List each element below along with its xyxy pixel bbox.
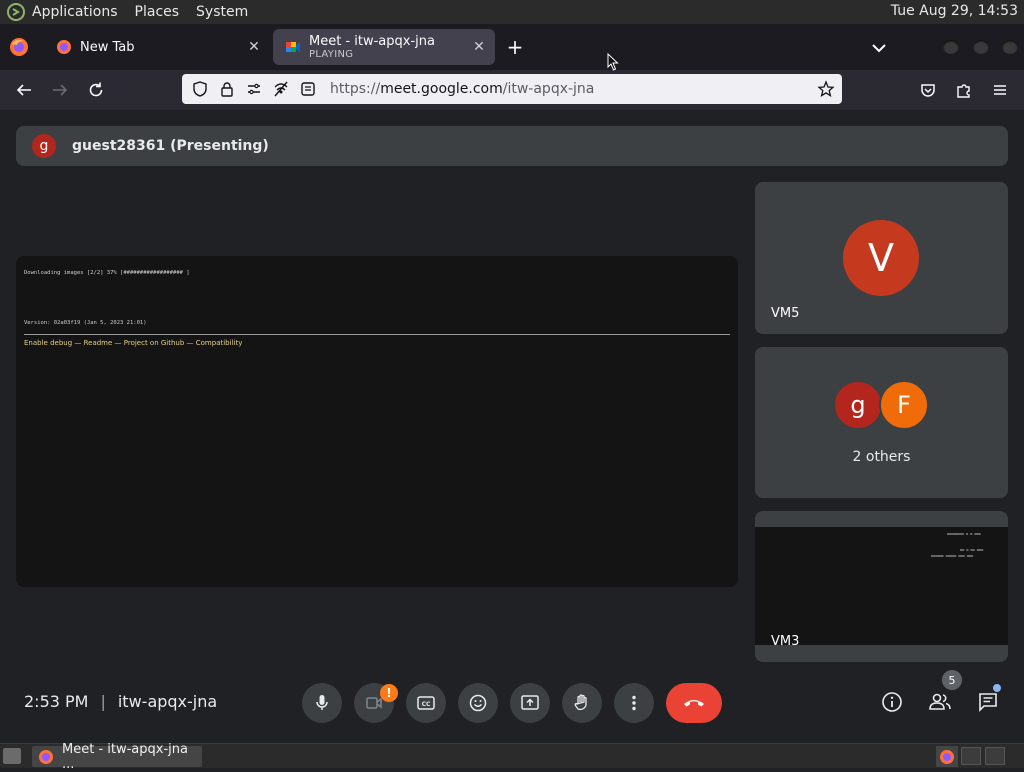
more-options-button[interactable]	[614, 683, 654, 723]
meeting-info: 2:53 PM | itw-apqx-jna	[24, 692, 217, 711]
footer-links: Enable debug — Readme — Project on Githu…	[24, 339, 243, 347]
participant-avatar: F	[879, 380, 929, 430]
tab-title: New Tab	[80, 39, 135, 55]
close-tab-icon[interactable]: ✕	[469, 37, 489, 57]
reader-view-icon[interactable]	[299, 80, 317, 98]
camera-blocked-icon[interactable]	[272, 80, 290, 98]
mouse-cursor-icon	[607, 52, 619, 71]
people-icon[interactable]	[926, 688, 954, 716]
back-arrow-icon[interactable]	[13, 79, 35, 101]
url-bar[interactable]: https://meet.google.com/itw-apqx-jna	[182, 74, 842, 104]
people-count-badge: 5	[942, 670, 962, 690]
new-tab-plus-icon[interactable]: +	[504, 37, 526, 59]
participant-tile-others[interactable]: g F 2 others	[755, 347, 1008, 498]
tab-title: Meet - itw-apqx-jna	[309, 33, 435, 49]
reload-icon[interactable]	[85, 79, 107, 101]
divider	[24, 334, 730, 335]
extensions-puzzle-icon[interactable]	[953, 79, 975, 101]
meeting-details-info-icon[interactable]	[878, 688, 906, 716]
url-text[interactable]: https://meet.google.com/itw-apqx-jna	[330, 81, 816, 97]
others-count-label: 2 others	[852, 449, 911, 465]
forward-arrow-icon[interactable]	[49, 79, 71, 101]
participant-tile-vm5[interactable]: V VM5	[755, 182, 1008, 334]
workspace-2[interactable]	[961, 747, 981, 765]
close-tab-icon[interactable]: ✕	[244, 37, 264, 57]
menu-places[interactable]: Places	[135, 4, 180, 20]
firefox-icon	[38, 749, 54, 765]
firefox-icon	[56, 39, 72, 55]
vm3-screen-text: ▬▬ ▬ ▬▬ ▬▬▬	[960, 548, 984, 552]
camera-warning-badge[interactable]: !	[380, 684, 398, 702]
raise-hand-button[interactable]	[562, 683, 602, 723]
show-desktop-icon[interactable]	[3, 748, 21, 764]
taskbar-window-label: Meet - itw-apqx-jna ...	[62, 741, 188, 772]
meeting-code: itw-apqx-jna	[117, 692, 218, 711]
present-screen-button[interactable]	[510, 683, 550, 723]
panel-clock[interactable]: Tue Aug 29, 14:53	[891, 3, 1018, 19]
os-top-panel: Applications Places System Tue Aug 29, 1…	[0, 0, 1024, 24]
emoji-reaction-button[interactable]	[458, 683, 498, 723]
workspace-3[interactable]	[985, 747, 1005, 765]
participant-avatar: g	[833, 380, 883, 430]
google-meet-icon	[285, 39, 301, 55]
captions-button[interactable]: CC	[406, 683, 446, 723]
participant-tile-vm3[interactable]: ▬▬▬▬▬▬▬▬ ▬ ▬ ▬▬▬ ▬▬ ▬ ▬▬ ▬▬▬ ▬▬▬▬▬▬ ▬▬▬▬…	[755, 511, 1008, 662]
participant-name: VM5	[771, 306, 800, 321]
bookmark-star-icon[interactable]	[816, 79, 836, 99]
version-text: Version: 02a03f19 (Jan 5, 2023 21:01)	[24, 320, 147, 326]
tab-new-tab[interactable]: New Tab ✕	[44, 29, 270, 65]
os-taskbar: Meet - itw-apqx-jna ...	[0, 742, 1024, 772]
list-all-tabs-chevron-icon[interactable]	[868, 37, 890, 59]
navigation-bar: https://meet.google.com/itw-apqx-jna	[0, 70, 1024, 110]
leave-call-button[interactable]	[666, 683, 722, 723]
presenter-avatar: g	[32, 134, 56, 158]
window-minimize-button[interactable]	[943, 40, 959, 54]
distro-logo-icon[interactable]	[6, 2, 26, 22]
presenting-banner: g guest28361 (Presenting)	[16, 126, 1008, 166]
pocket-icon[interactable]	[917, 79, 939, 101]
firefox-view-icon[interactable]	[8, 36, 30, 58]
window-maximize-button[interactable]	[973, 40, 989, 54]
microphone-button[interactable]	[302, 683, 342, 723]
lock-icon[interactable]	[218, 80, 236, 98]
tab-meet[interactable]: Meet - itw-apqx-jna PLAYING ✕	[273, 29, 495, 65]
chat-unread-dot	[993, 684, 1001, 692]
taskbar-window-meet[interactable]: Meet - itw-apqx-jna ...	[32, 742, 202, 772]
vm3-screen-text: ▬▬▬▬▬▬▬▬ ▬ ▬ ▬▬▬	[947, 532, 981, 536]
tracking-protection-shield-icon[interactable]	[191, 80, 209, 98]
window-close-button[interactable]	[1002, 40, 1018, 54]
tab-playing-label: PLAYING	[309, 48, 354, 60]
firefox-tray-icon[interactable]	[936, 746, 958, 767]
menu-system[interactable]: System	[196, 4, 248, 20]
svg-text:CC: CC	[422, 701, 431, 708]
menu-applications[interactable]: Applications	[32, 4, 118, 20]
shared-screen-stage[interactable]: Downloading images [2/2] 37% [##########…	[16, 256, 738, 587]
presenter-name: guest28361 (Presenting)	[72, 138, 269, 154]
tab-strip: New Tab ✕ Meet - itw-apqx-jna PLAYING ✕ …	[0, 24, 1024, 70]
permissions-icon[interactable]	[245, 80, 263, 98]
participant-name: VM3	[771, 634, 800, 649]
download-progress-text: Downloading images [2/2] 37% [##########…	[24, 270, 190, 276]
meet-content: g guest28361 (Presenting) Downloading im…	[0, 110, 1024, 743]
participant-avatar: V	[843, 220, 919, 296]
vm3-screen-text: ▬▬▬▬▬▬ ▬▬▬▬▬ ▬▬▬ ▬▬▬	[931, 554, 974, 558]
meeting-time: 2:53 PM	[24, 692, 89, 711]
vm3-video: ▬▬▬▬▬▬▬▬ ▬ ▬ ▬▬▬ ▬▬ ▬ ▬▬ ▬▬▬ ▬▬▬▬▬▬ ▬▬▬▬…	[755, 527, 1008, 645]
separator: |	[100, 692, 106, 711]
chat-icon[interactable]	[974, 688, 1002, 716]
hamburger-menu-icon[interactable]	[989, 79, 1011, 101]
